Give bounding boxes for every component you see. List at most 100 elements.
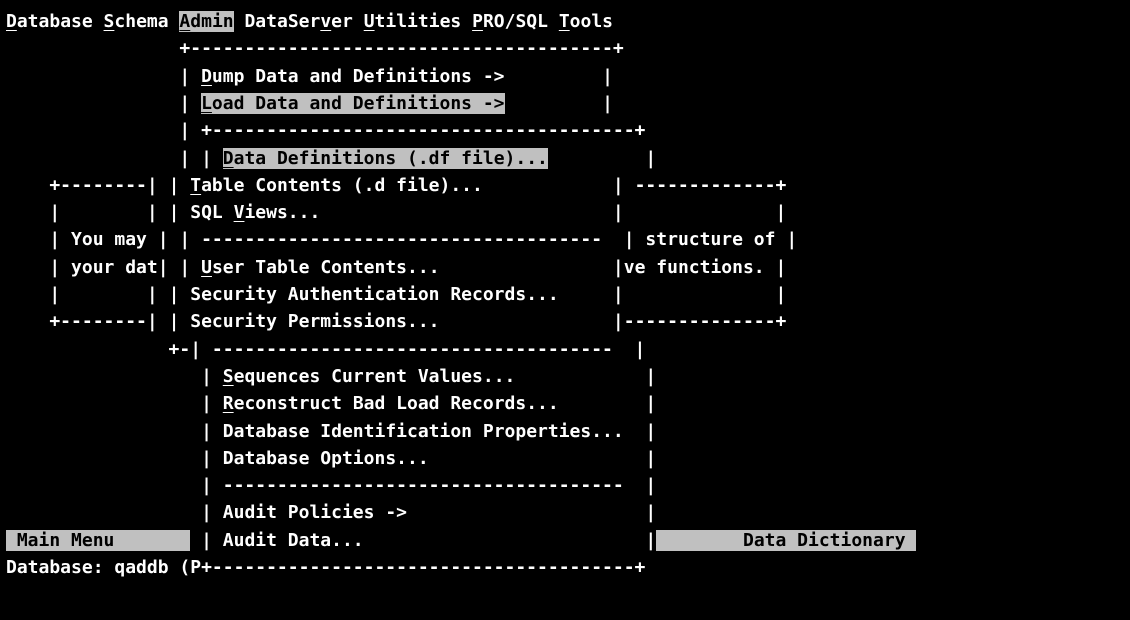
frame-chars: | <box>201 365 223 387</box>
submenu-item-user-table-contents-label: ser Table Contents... <box>211 256 440 278</box>
menu-pro-sql-hotkey: P <box>472 11 483 32</box>
admin-menu-top: +---------------------------------------… <box>6 35 623 62</box>
frame-chars <box>440 311 603 332</box>
submenu-item-table-contents-d-file-hotkey: T <box>190 174 202 196</box>
submenu-row: | your dat| | User Table Contents... |ve… <box>6 254 786 281</box>
frame-chars: | <box>634 365 657 387</box>
submenu-item-data-definitions-df-file[interactable]: Data Definitions (.df file)... <box>222 147 548 169</box>
submenu-top: | +-------------------------------------… <box>6 117 645 144</box>
menu-schema-label: chema <box>114 11 169 32</box>
menu-database-label: atabase <box>16 11 93 32</box>
submenu-separator: +-| ------------------------------------… <box>6 336 646 363</box>
frame-chars: | | <box>6 202 169 224</box>
right-panel-text: ve functions. <box>623 256 776 278</box>
frame-chars <box>364 530 635 551</box>
menu-schema[interactable]: Schema <box>104 11 169 32</box>
menu-pro-sql-label: RO/SQL <box>482 11 548 32</box>
menu-tools[interactable]: Tools <box>559 11 613 32</box>
frame-chars: | <box>201 420 223 442</box>
submenu-item-database-options[interactable]: Database Options... <box>223 448 429 469</box>
frame-chars: | <box>6 256 61 278</box>
frame-chars: | <box>201 529 223 551</box>
admin-item-load-hotkey: L <box>201 92 212 114</box>
frame-chars <box>6 366 201 387</box>
menu-dataserver-label: er <box>331 11 353 32</box>
admin-menu-row: | Dump Data and Definitions -> | <box>6 63 613 90</box>
submenu-item-sequences-current-values[interactable]: Sequences Current Values... <box>223 366 516 387</box>
frame-chars: | <box>6 147 202 169</box>
menu-gap <box>93 11 104 32</box>
terminal-screen: Database Schema Admin DataServer Utiliti… <box>0 0 1130 620</box>
frame-chars: | +-------------------------------------… <box>6 120 646 142</box>
frame-chars: | <box>634 420 657 442</box>
menu-admin-hotkey: A <box>179 11 191 32</box>
menu-gap <box>353 11 364 32</box>
menu-utilities[interactable]: Utilities <box>364 11 462 32</box>
frame-chars: | ------------------------------------- <box>179 229 613 251</box>
menu-admin[interactable]: Admin <box>179 11 234 32</box>
submenu-item-security-permissions-label: Security Permissions... <box>190 311 440 333</box>
frame-chars: | <box>623 338 646 360</box>
frame-chars: | <box>612 256 624 278</box>
submenu-row: | Reconstruct Bad Load Records... | <box>6 390 656 417</box>
submenu-item-audit-data[interactable]: Audit Data... <box>223 530 364 551</box>
frame-chars: | <box>6 229 61 251</box>
submenu-item-security-permissions[interactable]: Security Permissions... <box>190 311 439 332</box>
menu-database[interactable]: Database <box>6 11 93 32</box>
frame-chars: +--------| <box>6 311 169 333</box>
submenu-item-security-authentication-records[interactable]: Security Authentication Records... <box>190 284 558 305</box>
menu-utilities-hotkey: U <box>363 11 375 32</box>
frame-chars: | ------------------------------------- <box>201 475 635 497</box>
frame-chars <box>483 175 602 196</box>
menu-dataserver[interactable]: DataServer <box>244 11 352 32</box>
menu-database-hotkey: D <box>6 11 17 32</box>
menu-tools-label: ools <box>569 11 614 32</box>
frame-chars <box>559 284 602 305</box>
frame-chars <box>6 475 201 496</box>
submenu-item-audit-policies[interactable]: Audit Policies -> <box>223 502 407 523</box>
frame-chars: | | <box>602 202 787 224</box>
submenu-item-user-table-contents-hotkey: U <box>201 256 212 278</box>
admin-menu-row: | Load Data and Definitions -> | <box>6 90 613 117</box>
frame-chars <box>6 393 201 414</box>
submenu-item-sql-views-label: SQL <box>190 202 234 224</box>
frame-chars: | <box>786 229 798 251</box>
menu-gap <box>234 11 245 32</box>
menu-schema-hotkey: S <box>103 11 115 32</box>
submenu-item-database-identification-properties-label: Database Identification Properties... <box>222 420 624 442</box>
frame-chars: |--------------+ <box>602 311 787 333</box>
submenu-item-table-contents-d-file[interactable]: Table Contents (.d file)... <box>190 175 483 196</box>
submenu-item-reconstruct-bad-load-records[interactable]: Reconstruct Bad Load Records... <box>223 393 559 414</box>
frame-chars: | <box>634 393 657 415</box>
menu-pro-sql[interactable]: PRO/SQL <box>472 11 548 32</box>
frame-chars: | <box>201 502 223 524</box>
menu-dataserver-hotkey: v <box>320 11 332 32</box>
submenu-item-database-identification-properties[interactable]: Database Identification Properties... <box>223 421 624 442</box>
admin-item-load[interactable]: Load Data and Definitions -> <box>201 92 505 114</box>
menu-gap <box>548 11 559 32</box>
submenu-row: +--------| | Table Contents (.d file)...… <box>6 172 786 199</box>
admin-item-dump-label: ump Data and Definitions -> <box>211 65 505 87</box>
submenu-item-table-contents-d-file-label: able Contents (.d file)... <box>201 174 483 196</box>
submenu-item-user-table-contents[interactable]: User Table Contents... <box>201 257 439 278</box>
frame-chars: | | <box>602 284 787 305</box>
submenu-row: | Database Options... | <box>6 445 656 472</box>
frame-chars: | <box>168 174 191 196</box>
main-menu-label: Main Menu <box>6 529 191 551</box>
submenu-row: Main Menu | Audit Data... | Data Diction… <box>6 527 917 554</box>
frame-chars: | <box>612 229 635 251</box>
frame-chars <box>6 421 201 442</box>
frame-chars: | <box>168 284 191 305</box>
submenu-row: | Sequences Current Values... | <box>6 363 656 390</box>
left-panel-text: your dat <box>60 256 158 278</box>
submenu-item-audit-data-label: Audit Data... <box>222 529 364 551</box>
submenu-item-security-authentication-records-label: Security Authentication Records... <box>190 284 559 305</box>
frame-chars: | -------------+ <box>602 174 787 196</box>
submenu-row: | | | Security Authentication Records...… <box>6 281 786 308</box>
menu-utilities-label: tilities <box>374 11 462 32</box>
submenu-row: | | | SQL Views... | | <box>6 199 786 226</box>
admin-item-dump[interactable]: Dump Data and Definitions -> <box>201 66 504 87</box>
database-status: Database: qaddb (P <box>6 557 202 578</box>
frame-chars: | <box>634 529 657 551</box>
submenu-item-sql-views[interactable]: SQL Views... <box>190 202 320 223</box>
